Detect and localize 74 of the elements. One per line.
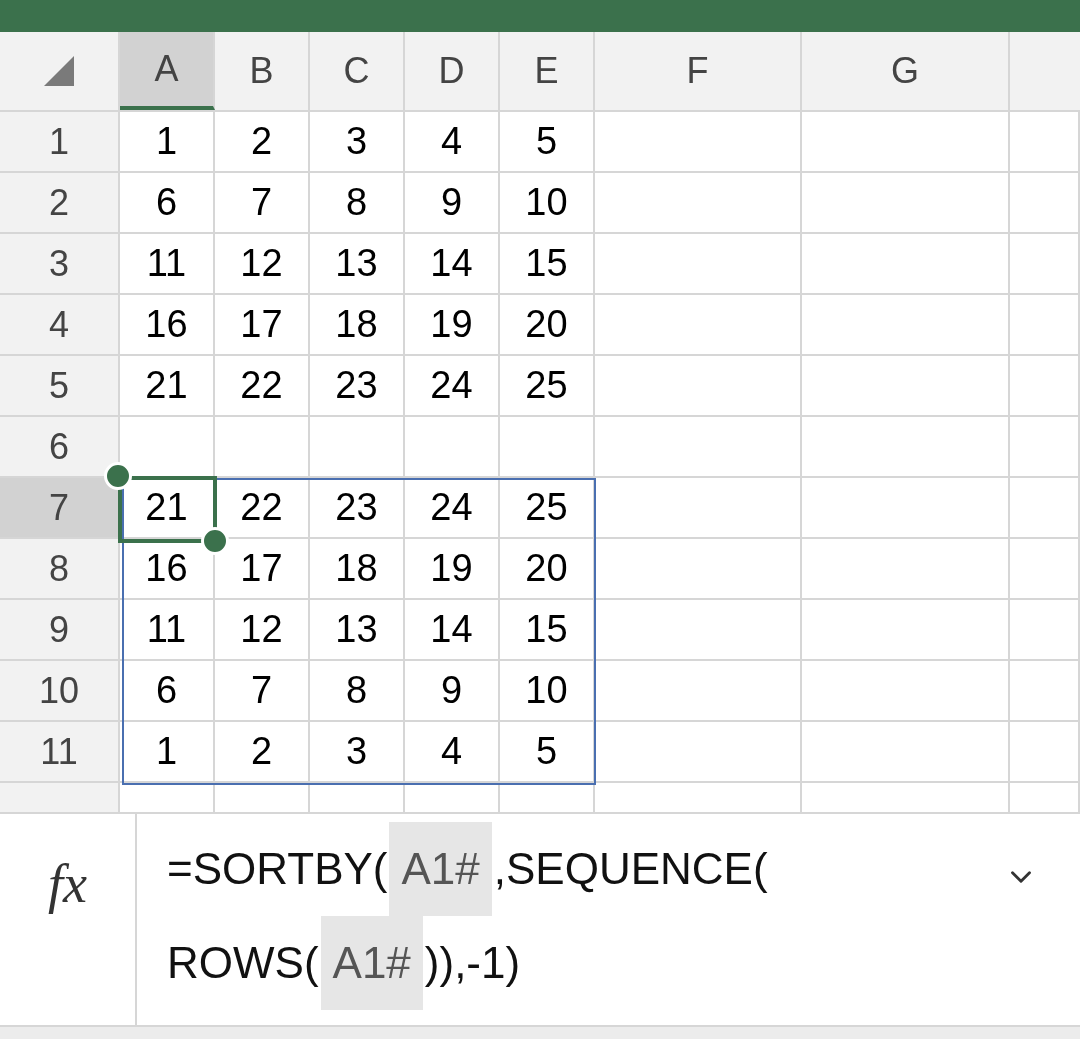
table-cell: 25 <box>500 356 595 415</box>
row-header[interactable]: 8 <box>0 539 120 598</box>
column-header[interactable]: A <box>120 32 215 110</box>
table-cell: 20 <box>500 295 595 354</box>
function-label[interactable]: fx <box>48 844 87 925</box>
corner-triangle-icon <box>44 56 74 86</box>
selection-handle[interactable] <box>104 462 132 490</box>
table-cell: 16 <box>120 295 215 354</box>
table-cell: 25 <box>500 478 595 537</box>
table-cell: 7 <box>215 661 310 720</box>
table-cell: 20 <box>500 539 595 598</box>
table-cell: 11 <box>120 600 215 659</box>
table-cell: 9 <box>405 173 500 232</box>
row-header[interactable]: 3 <box>0 234 120 293</box>
table-cell: 24 <box>405 478 500 537</box>
row-header[interactable]: 10 <box>0 661 120 720</box>
row-header[interactable]: 11 <box>0 722 120 781</box>
table-cell: 12 <box>215 234 310 293</box>
table-cell: 21 <box>120 356 215 415</box>
table-cell: 6 <box>120 661 215 720</box>
table-cell: 9 <box>405 661 500 720</box>
row-header[interactable]: 2 <box>0 173 120 232</box>
formula-field[interactable]: =SORTBY( A1# ,SEQUENCE( ROWS( A1# )),-1) <box>137 814 1080 1025</box>
table-cell: 15 <box>500 600 595 659</box>
table-cell: 8 <box>310 661 405 720</box>
formula-text: )),-1) <box>424 937 521 989</box>
table-cell: 8 <box>310 173 405 232</box>
row-header[interactable]: 6 <box>0 417 120 476</box>
table-cell: 5 <box>500 112 595 171</box>
table-cell: 11 <box>120 234 215 293</box>
cell-reference: A1# <box>320 916 423 1010</box>
table-cell: 19 <box>405 539 500 598</box>
column-header[interactable]: F <box>595 32 802 110</box>
row-header[interactable]: 1 <box>0 112 120 171</box>
table-cell: 23 <box>310 478 405 537</box>
table-cell: 10 <box>500 173 595 232</box>
column-header[interactable]: D <box>405 32 500 110</box>
formula-text: ,SEQUENCE( <box>493 843 768 895</box>
table-cell: 7 <box>215 173 310 232</box>
row-header[interactable]: 5 <box>0 356 120 415</box>
table-cell: 18 <box>310 539 405 598</box>
table-cell: 5 <box>500 722 595 781</box>
table-cell: 23 <box>310 356 405 415</box>
table-cell: 22 <box>215 356 310 415</box>
table-cell: 19 <box>405 295 500 354</box>
column-header[interactable]: B <box>215 32 310 110</box>
row-header[interactable]: 7 <box>0 478 120 537</box>
table-cell: 17 <box>215 295 310 354</box>
table-cell: 2 <box>215 722 310 781</box>
table-cell: 18 <box>310 295 405 354</box>
formula-text: =SORTBY( <box>167 843 388 895</box>
table-cell: 2 <box>215 112 310 171</box>
column-header[interactable]: E <box>500 32 595 110</box>
table-cell: 1 <box>120 722 215 781</box>
column-header[interactable]: C <box>310 32 405 110</box>
table-cell: 6 <box>120 173 215 232</box>
table-cell: 3 <box>310 722 405 781</box>
table-cell: 24 <box>405 356 500 415</box>
table-cell: 3 <box>310 112 405 171</box>
row-header[interactable]: 4 <box>0 295 120 354</box>
table-cell: 13 <box>310 600 405 659</box>
column-header[interactable]: G <box>802 32 1010 110</box>
table-cell: 1 <box>120 112 215 171</box>
table-cell: 10 <box>500 661 595 720</box>
table-cell: 4 <box>405 722 500 781</box>
formula-text: ROWS( <box>167 937 319 989</box>
table-cell: 12 <box>215 600 310 659</box>
table-cell: 4 <box>405 112 500 171</box>
cell-reference: A1# <box>389 822 492 916</box>
table-cell: 14 <box>405 234 500 293</box>
row-header[interactable]: 9 <box>0 600 120 659</box>
table-cell: 15 <box>500 234 595 293</box>
table-cell: 13 <box>310 234 405 293</box>
table-cell: 14 <box>405 600 500 659</box>
